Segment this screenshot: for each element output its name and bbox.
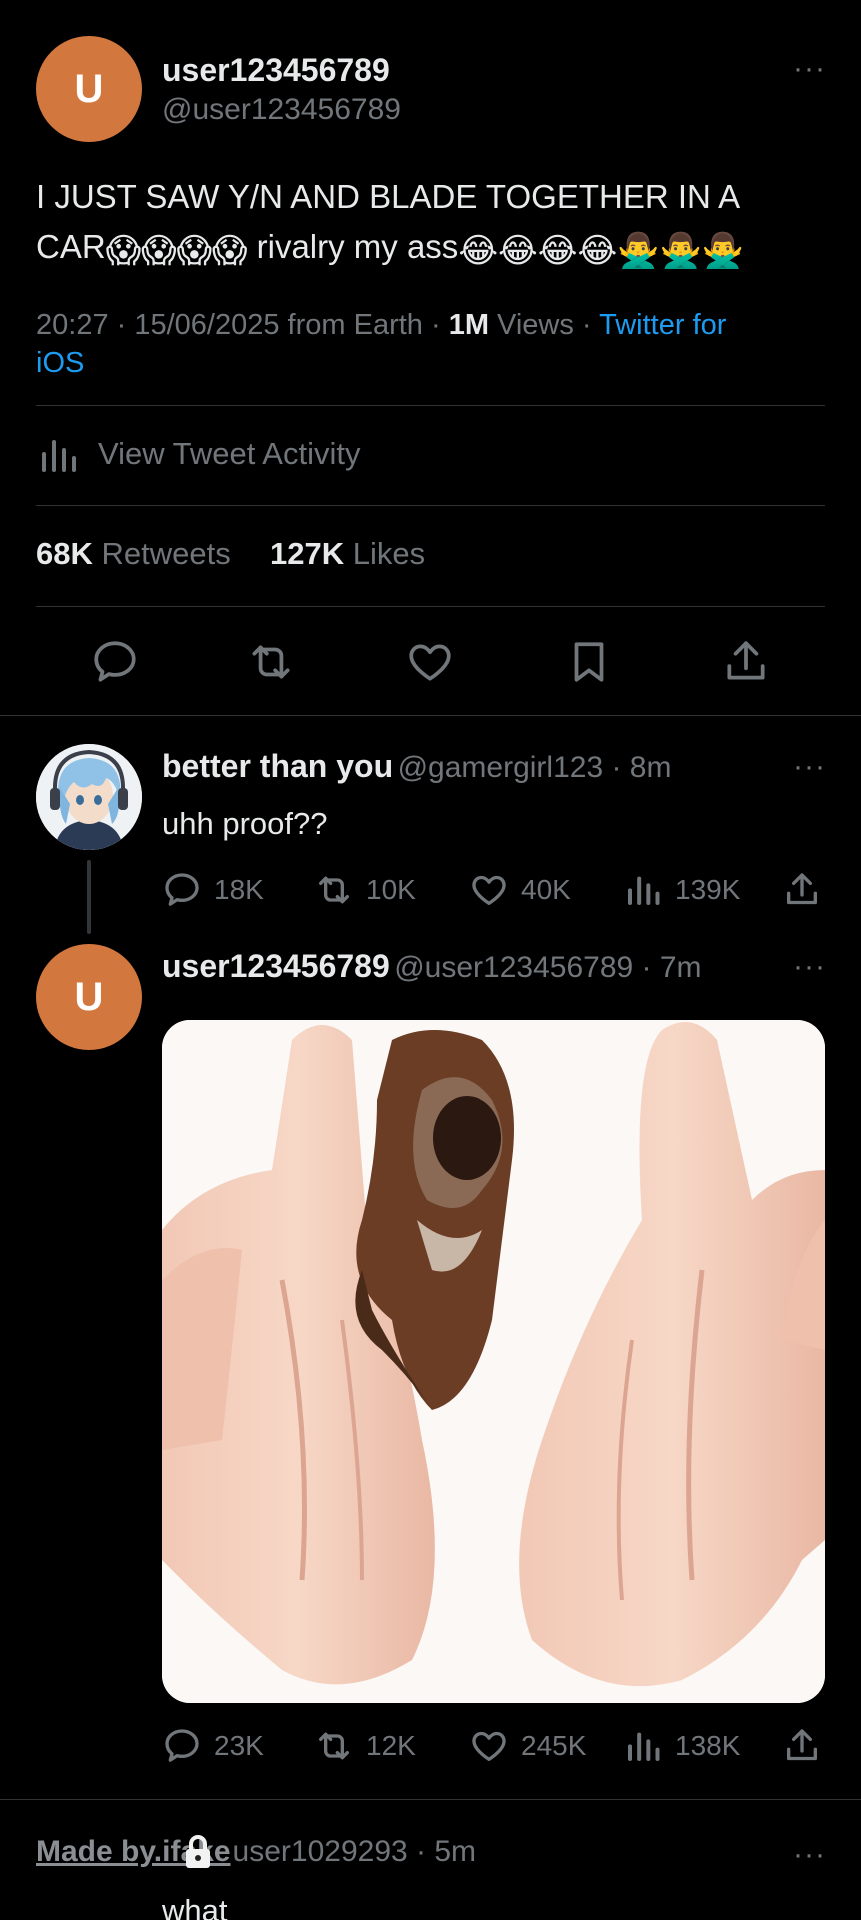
tweet-timestamp: 20:27 · 15/06/2025 from Earth · <box>36 309 449 341</box>
bookmark-icon <box>564 637 614 687</box>
joy-emoji-icon: 😂😂😂😂 <box>458 232 618 270</box>
more-options-icon[interactable]: ··· <box>793 950 826 984</box>
handle[interactable]: @user123456789 <box>162 93 401 127</box>
reply-text: what <box>162 1893 228 1920</box>
analytics-icon <box>36 432 80 476</box>
like-count: 40K <box>521 874 571 905</box>
analytics-icon <box>623 870 663 910</box>
like-button[interactable]: 245K <box>469 1726 586 1766</box>
retweet-button[interactable] <box>246 637 296 687</box>
retweets-stat[interactable]: 68K Retweets <box>36 536 231 571</box>
reply-count: 23K <box>214 1730 264 1761</box>
source-link[interactable]: Twitter for <box>599 309 726 341</box>
analytics-icon <box>623 1726 663 1766</box>
retweet-icon <box>314 1726 354 1766</box>
like-count: 245K <box>521 1730 587 1761</box>
like-button[interactable] <box>405 637 455 687</box>
share-button[interactable] <box>721 637 771 687</box>
divider <box>0 1799 861 1800</box>
display-name[interactable]: user123456789 <box>162 948 390 984</box>
reply-text: uhh proof?? <box>162 806 328 841</box>
retweet-button[interactable]: 12K <box>314 1726 416 1766</box>
reply-button[interactable]: 23K <box>162 1726 264 1766</box>
tweet-meta: 20:27 · 15/06/2025 from Earth · 1M Views… <box>36 306 836 382</box>
display-name[interactable]: better than you <box>162 748 393 784</box>
display-name[interactable]: user123456789 <box>162 52 390 89</box>
divider <box>36 606 825 607</box>
scream-emoji-icon: 😱😱😱😱 <box>105 232 248 270</box>
tweet-stats: 68K Retweets 127K Likes <box>36 536 425 572</box>
retweet-icon <box>314 870 354 910</box>
share-icon <box>782 1726 822 1766</box>
retweet-button[interactable]: 10K <box>314 870 416 910</box>
reply-button[interactable]: 18K <box>162 870 264 910</box>
share-icon <box>721 637 771 687</box>
reply-header: user123456789 @user123456789 · 7m <box>162 948 702 985</box>
reply-count: 18K <box>214 874 264 905</box>
retweet-icon <box>246 637 296 687</box>
reply-icon <box>162 870 202 910</box>
avatar[interactable]: U <box>36 36 142 142</box>
like-button[interactable]: 40K <box>469 870 571 910</box>
views-label: Views · <box>488 309 600 341</box>
likes-stat[interactable]: 127K Likes <box>270 536 425 571</box>
heart-icon <box>469 870 509 910</box>
tweet-text-line2: CAR😱😱😱😱 rivalry my ass😂😂😂😂🙅‍♂️🙅‍♂️🙅‍♂️ <box>36 228 745 270</box>
media-image[interactable] <box>162 1020 825 1703</box>
reply-header: Made by.ifake user1029293 · 5m <box>36 1835 476 1869</box>
heart-icon <box>405 637 455 687</box>
views-button[interactable]: 138K <box>623 1726 740 1766</box>
tweet-text-line1: I JUST SAW Y/N AND BLADE TOGETHER IN A <box>36 178 741 215</box>
share-button[interactable] <box>782 1726 822 1766</box>
heart-icon <box>469 1726 509 1766</box>
more-options-icon[interactable]: ··· <box>793 1838 826 1872</box>
source-link-continued[interactable]: iOS <box>36 347 84 379</box>
reply-icon <box>90 637 140 687</box>
no-gesture-emoji-icon: 🙅‍♂️🙅‍♂️🙅‍♂️ <box>617 232 745 270</box>
divider <box>36 505 825 506</box>
views-count: 139K <box>675 874 741 905</box>
lock-icon <box>182 1835 214 1869</box>
views-count: 1M <box>448 309 489 341</box>
handle-and-time[interactable]: user1029293 · 5m <box>233 1835 477 1869</box>
view-tweet-activity-button[interactable]: View Tweet Activity <box>36 432 360 476</box>
more-options-icon[interactable]: ··· <box>793 750 826 784</box>
view-tweet-activity-label: View Tweet Activity <box>98 436 361 471</box>
tweet-text: I JUST SAW Y/N AND BLADE TOGETHER IN A C… <box>36 172 836 272</box>
thread-line <box>87 860 91 934</box>
reply-icon <box>162 1726 202 1766</box>
share-icon <box>782 870 822 910</box>
handle-and-time[interactable]: @gamergirl123 · 8m <box>398 751 672 784</box>
reply-button[interactable] <box>90 637 140 687</box>
avatar[interactable]: U <box>36 944 142 1050</box>
avatar[interactable] <box>36 744 142 850</box>
bookmark-button[interactable] <box>564 637 614 687</box>
retweet-count: 12K <box>366 1730 416 1761</box>
divider <box>36 405 825 406</box>
share-button[interactable] <box>782 870 822 910</box>
divider <box>0 715 861 716</box>
more-options-icon[interactable]: ··· <box>793 52 826 86</box>
views-button[interactable]: 139K <box>623 870 740 910</box>
retweet-count: 10K <box>366 874 416 905</box>
reply-header: better than you @gamergirl123 · 8m <box>162 748 671 785</box>
handle-and-time[interactable]: @user123456789 · 7m <box>394 951 701 984</box>
views-count: 138K <box>675 1730 741 1761</box>
